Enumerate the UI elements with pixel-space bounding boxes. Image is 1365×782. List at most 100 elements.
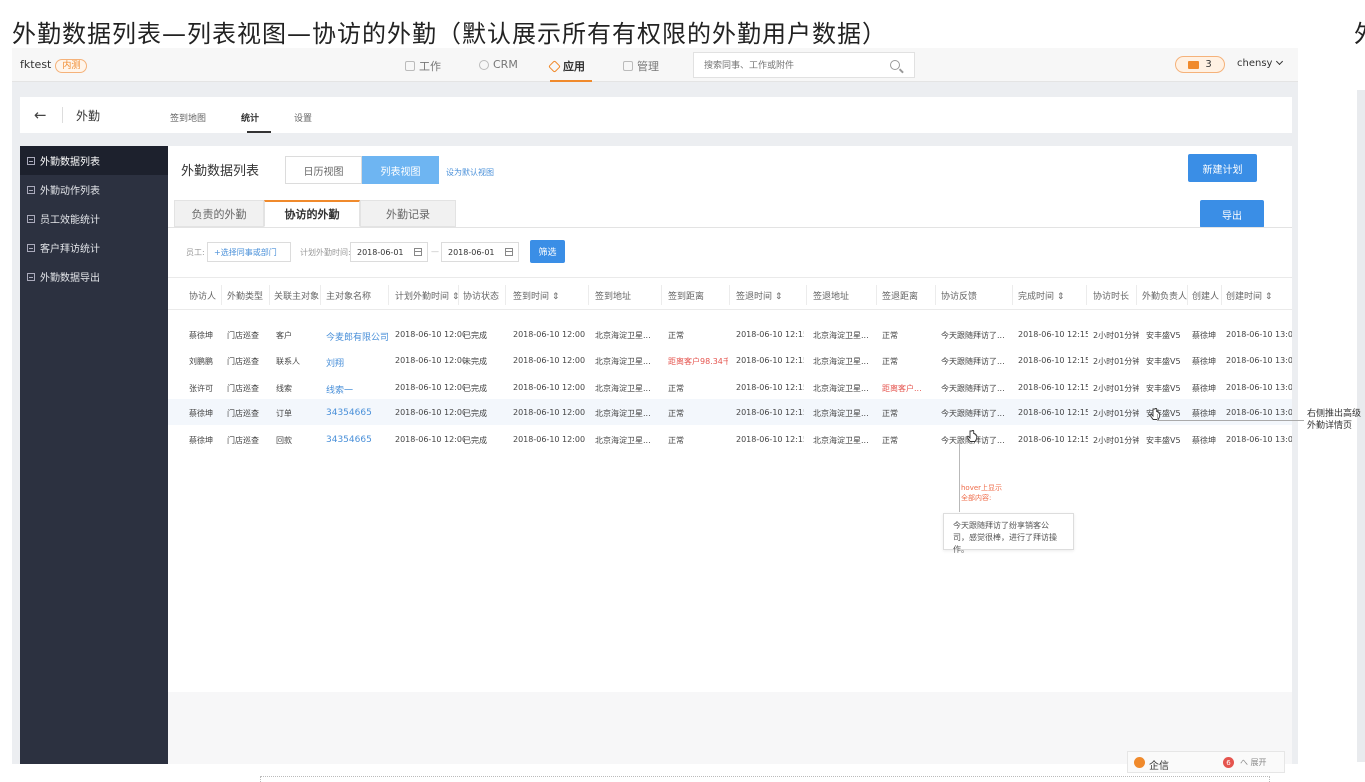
chat-logo-icon bbox=[1134, 757, 1145, 768]
col-header-finish-time[interactable]: 完成时间 ⇕ bbox=[1018, 289, 1064, 302]
divider bbox=[661, 285, 662, 305]
employee-picker[interactable]: +选择同事或部门 bbox=[207, 242, 291, 262]
col-header-checkin-time[interactable]: 签到时间 ⇕ bbox=[513, 289, 559, 302]
table-cell: 门店巡查 bbox=[227, 436, 259, 445]
table-cell: 今天跟随拜访了... bbox=[941, 331, 1005, 340]
manage-icon bbox=[623, 61, 633, 71]
table-row[interactable]: 蔡徐坤 门店巡查 订单 34354665 2018-06-10 12:00 已完成 2018… bbox=[168, 399, 1292, 425]
nav-work[interactable]: 工作 bbox=[405, 58, 441, 74]
table-cell: 正常 bbox=[882, 331, 898, 340]
table-cell: 蔡徐坤 bbox=[1192, 409, 1216, 418]
table-row[interactable]: 蔡徐坤 门店巡查 客户 今麦郎有限公司 2018-06-10 12:00 已完成 2018-… bbox=[168, 321, 1292, 347]
calendar-view-button[interactable]: 日历视图 bbox=[285, 156, 362, 184]
set-default-view-link[interactable]: 设为默认视图 bbox=[446, 167, 494, 178]
table-cell: 2018-06-10 12:00 bbox=[513, 383, 586, 392]
table-cell: 已完成 bbox=[463, 331, 487, 340]
back-arrow-icon[interactable]: ← bbox=[34, 106, 47, 124]
table-cell: 2018-06-10 12:15 bbox=[736, 383, 804, 392]
divider bbox=[388, 285, 389, 305]
table-cell: 今天跟随拜访了... bbox=[941, 409, 1005, 418]
list-icon bbox=[27, 214, 35, 223]
table-cell[interactable]: 刘翔 bbox=[326, 356, 344, 369]
date-to-value: 2018-06-01 bbox=[448, 247, 495, 257]
sidebar-item-field-data-list[interactable]: 外勤数据列表 bbox=[20, 146, 168, 175]
sidebar-item-customer-visit-stats[interactable]: 客户拜访统计 bbox=[20, 233, 168, 262]
table-cell[interactable]: 34354665 bbox=[326, 408, 372, 418]
side-annotation-note: 右侧推出高级外勤详情页 bbox=[1307, 409, 1362, 431]
table-cell: 北京海淀卫星... bbox=[595, 436, 651, 445]
col-header-created-time[interactable]: 创建时间 ⇕ bbox=[1226, 289, 1272, 302]
divider bbox=[729, 285, 730, 305]
hover-note-line1: hover上显示 bbox=[961, 484, 1003, 492]
search-icon[interactable] bbox=[890, 60, 900, 70]
col-header-checkout-time[interactable]: 签退时间 ⇕ bbox=[736, 289, 782, 302]
table-cell[interactable]: 今麦郎有限公司 bbox=[326, 330, 389, 343]
nav-apps[interactable]: 应用 bbox=[548, 58, 585, 74]
nav-manage[interactable]: 管理 bbox=[623, 58, 659, 74]
tab-field-records[interactable]: 外勤记录 bbox=[360, 200, 456, 227]
app-frame: fktest内测 工作 CRM 应用 管理 3 chensy bbox=[12, 48, 1298, 764]
brand[interactable]: fktest 内测 bbox=[20, 58, 88, 73]
date-from-input[interactable]: 2018-06-01 bbox=[350, 242, 428, 262]
table-cell: 正常 bbox=[882, 436, 898, 445]
list-view-button[interactable]: 列表视图 bbox=[362, 156, 439, 184]
mail-icon bbox=[1188, 60, 1200, 69]
sidebar-item-label: 外勤数据列表 bbox=[40, 157, 100, 168]
hand-pointer-icon bbox=[966, 430, 978, 442]
table-header: 协访人 外勤类型 关联主对象 主对象名称 计划外勤时间 ⇕ 协访状态 签到时间 … bbox=[168, 277, 1292, 310]
table-cell: 张许可 bbox=[189, 384, 213, 393]
table-cell: 正常 bbox=[668, 409, 684, 418]
messages-button[interactable]: 3 bbox=[1175, 56, 1225, 73]
col-header-visitor: 协访人 bbox=[189, 292, 217, 302]
table-row[interactable]: 刘鹏鹏 门店巡查 联系人 刘翔 2018-06-10 12:00 未完成 2018-06-1… bbox=[168, 347, 1292, 373]
view-switcher: 日历视图 列表视图 bbox=[285, 156, 439, 184]
col-header-related-object: 关联主对象 bbox=[274, 292, 320, 302]
annotation-line bbox=[959, 442, 960, 512]
new-plan-button[interactable]: 新建计划 bbox=[1188, 154, 1257, 182]
export-button[interactable]: 导出 bbox=[1200, 200, 1264, 228]
table-row[interactable]: 蔡徐坤 门店巡查 回款 34354665 2018-06-10 12:00 已完成 2018… bbox=[168, 426, 1292, 452]
table-cell: 2小时01分钟 bbox=[1093, 357, 1139, 366]
tab-settings[interactable]: 设置 bbox=[294, 111, 312, 124]
date-to-input[interactable]: 2018-06-01 bbox=[441, 242, 519, 262]
nav-crm[interactable]: CRM bbox=[479, 58, 518, 71]
brand-badge: 内测 bbox=[55, 59, 88, 73]
filter-button[interactable]: 筛选 bbox=[530, 240, 565, 263]
tab-checkin-map[interactable]: 签到地图 bbox=[170, 111, 206, 124]
table-cell: 蔡徐坤 bbox=[189, 331, 213, 340]
page-heading: 外勤数据列表—列表视图—协访的外勤（默认展示所有有权限的外勤用户数据） bbox=[12, 20, 887, 48]
sidebar-item-field-action-list[interactable]: 外勤动作列表 bbox=[20, 175, 168, 204]
next-heading-clip: 外 bbox=[1354, 14, 1365, 49]
tab-statistics[interactable]: 统计 bbox=[241, 111, 259, 124]
table-cell[interactable]: 线索一 bbox=[326, 383, 353, 396]
table-cell: 已完成 bbox=[463, 436, 487, 445]
table-cell: 2018-06-10 12:00 bbox=[513, 435, 586, 444]
user-menu[interactable]: chensy bbox=[1237, 57, 1284, 69]
table-cell: 2018-06-10 12:15 bbox=[736, 356, 804, 365]
calendar-icon bbox=[414, 248, 422, 256]
search-input[interactable] bbox=[694, 54, 884, 78]
annotation-line bbox=[1157, 420, 1304, 421]
table-cell: 客户 bbox=[276, 331, 292, 340]
table-cell: 2018-06-10 12:15 bbox=[736, 435, 804, 444]
table-cell: 2018-06-10 12:15 bbox=[1018, 330, 1088, 339]
table-cell: 北京海淀卫星... bbox=[595, 331, 651, 340]
tab-responsible-field[interactable]: 负责的外勤 bbox=[174, 200, 264, 227]
chat-unread-badge: 6 bbox=[1223, 757, 1234, 768]
brand-name: fktest bbox=[20, 58, 52, 71]
tab-assisted-field[interactable]: 协访的外勤 bbox=[264, 200, 360, 227]
chat-dock[interactable]: 企信 6 へ 展开 bbox=[1127, 751, 1285, 773]
table-cell: 2018-06-10 12:00 bbox=[513, 408, 586, 417]
chat-expand-button[interactable]: へ 展开 bbox=[1240, 757, 1267, 768]
col-header-plan-time[interactable]: 计划外勤时间 ⇕ bbox=[395, 289, 459, 302]
sidebar-item-employee-efficiency[interactable]: 员工效能统计 bbox=[20, 204, 168, 233]
table-cell: 2018-06-10 12:15 bbox=[1018, 408, 1088, 417]
message-count: 3 bbox=[1205, 59, 1212, 70]
table-row[interactable]: 张许可 门店巡查 线索 线索一 2018-06-10 12:00 已完成 2018-06-1… bbox=[168, 374, 1292, 400]
hover-annotation-note: hover上显示 全部内容: bbox=[961, 483, 1002, 503]
module-title: 外勤 bbox=[76, 109, 101, 123]
list-icon bbox=[27, 243, 35, 252]
sidebar-item-field-data-export[interactable]: 外勤数据导出 bbox=[20, 262, 168, 291]
tab-active-underline bbox=[247, 131, 271, 133]
table-cell[interactable]: 34354665 bbox=[326, 435, 372, 445]
